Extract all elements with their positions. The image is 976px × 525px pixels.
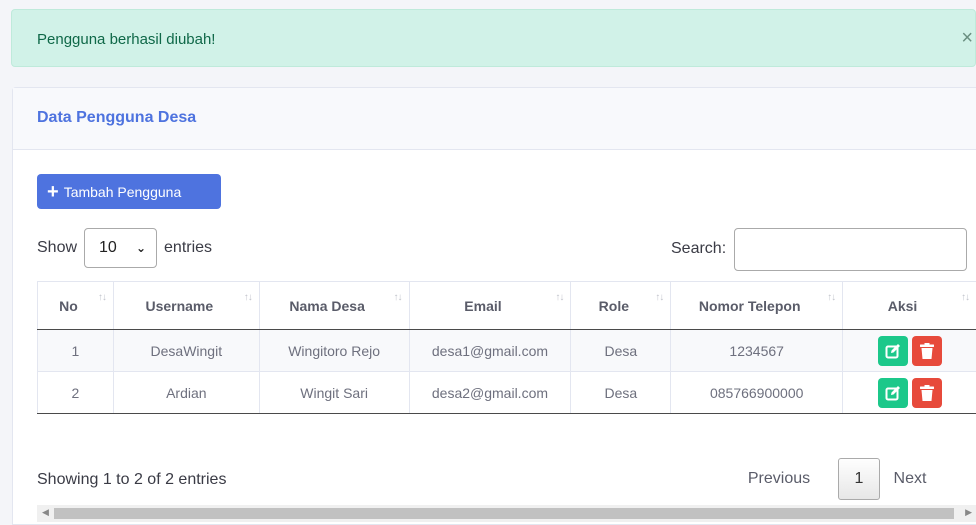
cell-nama-desa: Wingitoro Rejo bbox=[258, 329, 410, 372]
cell-nama-desa: Wingit Sari bbox=[258, 371, 410, 414]
chevron-down-icon: ⌄ bbox=[135, 241, 147, 255]
success-alert: Pengguna berhasil diubah! × bbox=[11, 9, 976, 67]
column-header-nama-desa[interactable]: Nama Desa ↑↓ bbox=[258, 281, 410, 330]
show-label: Show bbox=[37, 239, 78, 256]
sort-icon: ↑↓ bbox=[827, 292, 836, 303]
length-control: Show 10 ⌄ entries bbox=[37, 228, 212, 268]
table-row: 1 DesaWingit Wingitoro Rejo desa1@gmail.… bbox=[37, 329, 976, 372]
scroll-right-icon[interactable]: ▶ bbox=[965, 507, 972, 518]
entries-select[interactable]: 10 ⌄ bbox=[84, 228, 158, 268]
trash-icon bbox=[919, 384, 934, 401]
cell-no: 2 bbox=[37, 371, 114, 414]
sort-icon: ↑↓ bbox=[555, 292, 564, 303]
cell-actions bbox=[842, 371, 976, 414]
cell-telepon: 1234567 bbox=[670, 329, 844, 372]
edit-button[interactable] bbox=[877, 377, 908, 408]
column-header-no[interactable]: No ↑↓ bbox=[37, 281, 114, 330]
cell-actions bbox=[842, 329, 976, 372]
horizontal-scrollbar[interactable]: ◀ ▶ bbox=[37, 505, 976, 522]
cell-role: Desa bbox=[570, 371, 672, 414]
edit-button[interactable] bbox=[877, 335, 908, 366]
cell-no: 1 bbox=[37, 329, 114, 372]
edit-icon bbox=[885, 385, 900, 400]
edit-icon bbox=[885, 343, 900, 358]
entries-value: 10 bbox=[99, 239, 117, 256]
trash-icon bbox=[919, 342, 934, 359]
cell-email: desa2@gmail.com bbox=[408, 371, 572, 414]
table-row: 2 Ardian Wingit Sari desa2@gmail.com Des… bbox=[37, 371, 976, 414]
column-header-username[interactable]: Username ↑↓ bbox=[112, 281, 260, 330]
close-icon[interactable]: × bbox=[961, 28, 973, 48]
sort-icon: ↑↓ bbox=[655, 292, 664, 303]
table-info: Showing 1 to 2 of 2 entries bbox=[37, 471, 227, 488]
cell-username: DesaWingit bbox=[112, 329, 260, 372]
users-table: No ↑↓ Username ↑↓ Nama Desa ↑↓ Email ↑↓ Role… bbox=[37, 281, 976, 414]
pagination: Previous 1 Next bbox=[720, 458, 940, 500]
page-button-1[interactable]: 1 bbox=[838, 458, 880, 500]
add-user-button[interactable]: + Tambah Pengguna bbox=[37, 174, 221, 209]
previous-button[interactable]: Previous bbox=[720, 470, 838, 488]
sort-icon: ↑↓ bbox=[961, 292, 970, 303]
cell-email: desa1@gmail.com bbox=[408, 329, 572, 372]
alert-message: Pengguna berhasil diubah! bbox=[37, 31, 216, 48]
search-label: Search: bbox=[671, 240, 727, 257]
delete-button[interactable] bbox=[911, 377, 942, 408]
users-card: Data Pengguna Desa + Tambah Pengguna Sho… bbox=[12, 87, 976, 525]
column-header-telepon[interactable]: Nomor Telepon ↑↓ bbox=[670, 281, 844, 330]
sort-icon: ↑↓ bbox=[97, 292, 107, 303]
next-button[interactable]: Next bbox=[880, 470, 940, 488]
scrollbar-thumb[interactable] bbox=[54, 508, 954, 519]
card-header: Data Pengguna Desa bbox=[13, 88, 976, 150]
sort-icon: ↑↓ bbox=[393, 292, 403, 303]
column-header-role[interactable]: Role ↑↓ bbox=[570, 281, 672, 330]
search-control: Search: bbox=[671, 227, 968, 271]
plus-icon: + bbox=[47, 180, 59, 203]
search-input[interactable] bbox=[734, 227, 968, 271]
cell-role: Desa bbox=[570, 329, 672, 372]
delete-button[interactable] bbox=[911, 335, 942, 366]
entries-label: entries bbox=[164, 239, 213, 256]
sort-icon: ↑↓ bbox=[243, 292, 253, 303]
cell-username: Ardian bbox=[112, 371, 260, 414]
column-header-email[interactable]: Email ↑↓ bbox=[408, 281, 572, 330]
scroll-left-icon[interactable]: ◀ bbox=[42, 507, 49, 518]
table-header-row: No ↑↓ Username ↑↓ Nama Desa ↑↓ Email ↑↓ Role… bbox=[37, 281, 976, 330]
card-title: Data Pengguna Desa bbox=[37, 109, 197, 126]
cell-telepon: 085766900000 bbox=[670, 371, 844, 414]
add-user-label: Tambah Pengguna bbox=[63, 183, 182, 200]
column-header-aksi[interactable]: Aksi ↑↓ bbox=[842, 281, 976, 330]
